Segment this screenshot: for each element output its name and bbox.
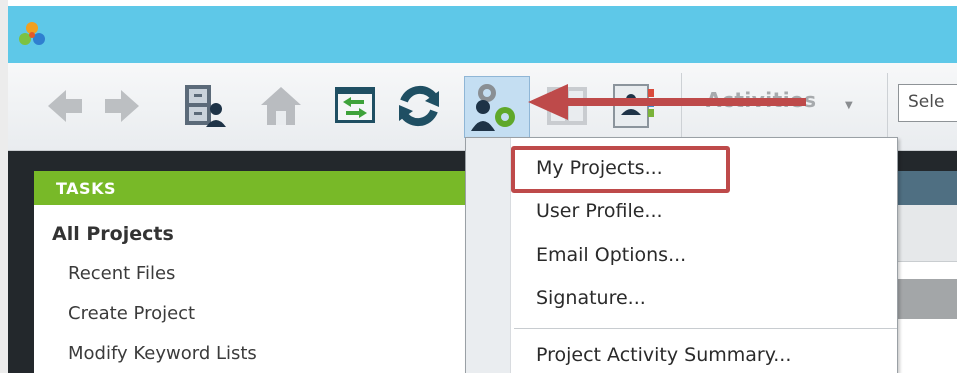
window-edge bbox=[0, 0, 8, 373]
refresh-button[interactable] bbox=[395, 77, 445, 135]
select-placeholder: Sele bbox=[908, 92, 945, 112]
tasks-title: TASKS bbox=[56, 179, 116, 198]
file-cabinet-icon bbox=[185, 85, 226, 127]
right-panel-header bbox=[896, 171, 957, 205]
right-panel-row bbox=[896, 279, 957, 319]
home-button[interactable] bbox=[257, 77, 307, 135]
forward-button[interactable] bbox=[97, 77, 147, 135]
toolbar-separator bbox=[887, 73, 888, 139]
home-icon bbox=[261, 87, 301, 125]
task-item-create-project[interactable]: Create Project bbox=[68, 303, 195, 324]
menu-item-email-options[interactable]: Email Options... bbox=[536, 244, 686, 266]
right-panel-row bbox=[896, 205, 957, 262]
annotation-arrow-icon bbox=[528, 84, 806, 120]
transfer-window-icon bbox=[335, 87, 375, 123]
refresh-icon bbox=[399, 85, 439, 127]
file-cabinet-button[interactable] bbox=[180, 77, 230, 135]
tasks-group-all-projects[interactable]: All Projects bbox=[52, 223, 174, 245]
forward-arrow-icon bbox=[105, 90, 139, 122]
back-arrow-icon bbox=[48, 90, 82, 122]
menu-item-project-activity-summary[interactable]: Project Activity Summary... bbox=[536, 344, 791, 366]
back-button[interactable] bbox=[42, 77, 92, 135]
left-dark-edge bbox=[8, 151, 34, 373]
title-bar bbox=[8, 6, 957, 63]
menu-separator bbox=[514, 328, 897, 329]
app-logo-icon bbox=[19, 22, 45, 45]
menu-item-user-profile[interactable]: User Profile... bbox=[536, 200, 663, 222]
highlight-box bbox=[511, 146, 730, 193]
task-item-recent-files[interactable]: Recent Files bbox=[68, 263, 175, 284]
menu-item-signature[interactable]: Signature... bbox=[536, 287, 646, 309]
task-item-modify-keyword-lists[interactable]: Modify Keyword Lists bbox=[68, 343, 257, 364]
transfer-button[interactable] bbox=[331, 77, 381, 135]
menu-icon-gutter bbox=[466, 138, 511, 373]
chevron-down-icon[interactable]: ▼ bbox=[845, 100, 853, 111]
